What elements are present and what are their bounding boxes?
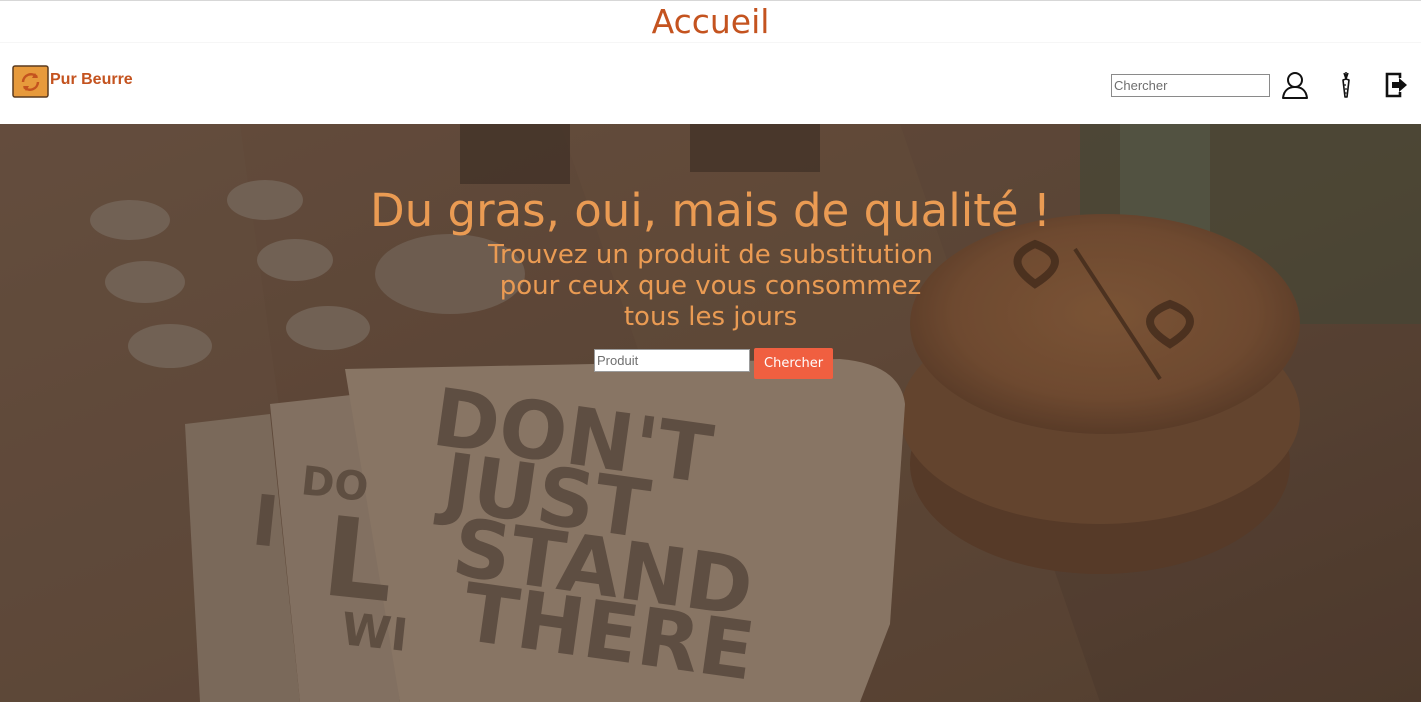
hero-subtitle: Trouvez un produit de substitution pour …	[487, 240, 933, 332]
product-search-input[interactable]	[594, 348, 750, 372]
user-icon	[1282, 72, 1308, 99]
carrot-icon	[1342, 72, 1350, 98]
nav-search-input[interactable]	[1111, 74, 1270, 97]
logout-icon	[1385, 72, 1407, 98]
hero-search-form: Chercher	[594, 341, 834, 379]
favorites-link[interactable]	[1331, 70, 1361, 100]
hero-section: DON'T JUST STAND THERE DO L WI I Du gras…	[0, 124, 1421, 702]
logout-link[interactable]	[1382, 70, 1412, 100]
brand-name: Pur Beurre	[50, 71, 133, 88]
logo-icon	[12, 65, 49, 98]
hero-title: Du gras, oui, mais de qualité !	[370, 184, 1051, 237]
hero-text: Du gras, oui, mais de qualité ! Trouvez …	[0, 182, 1421, 333]
page-title: Accueil	[651, 2, 770, 41]
search-button[interactable]: Chercher	[754, 348, 834, 379]
brand-link[interactable]: Pur Beurre	[12, 65, 133, 98]
user-account-link[interactable]	[1280, 70, 1310, 100]
page-header: Accueil	[0, 0, 1421, 42]
navbar: Pur Beurre	[0, 42, 1421, 124]
